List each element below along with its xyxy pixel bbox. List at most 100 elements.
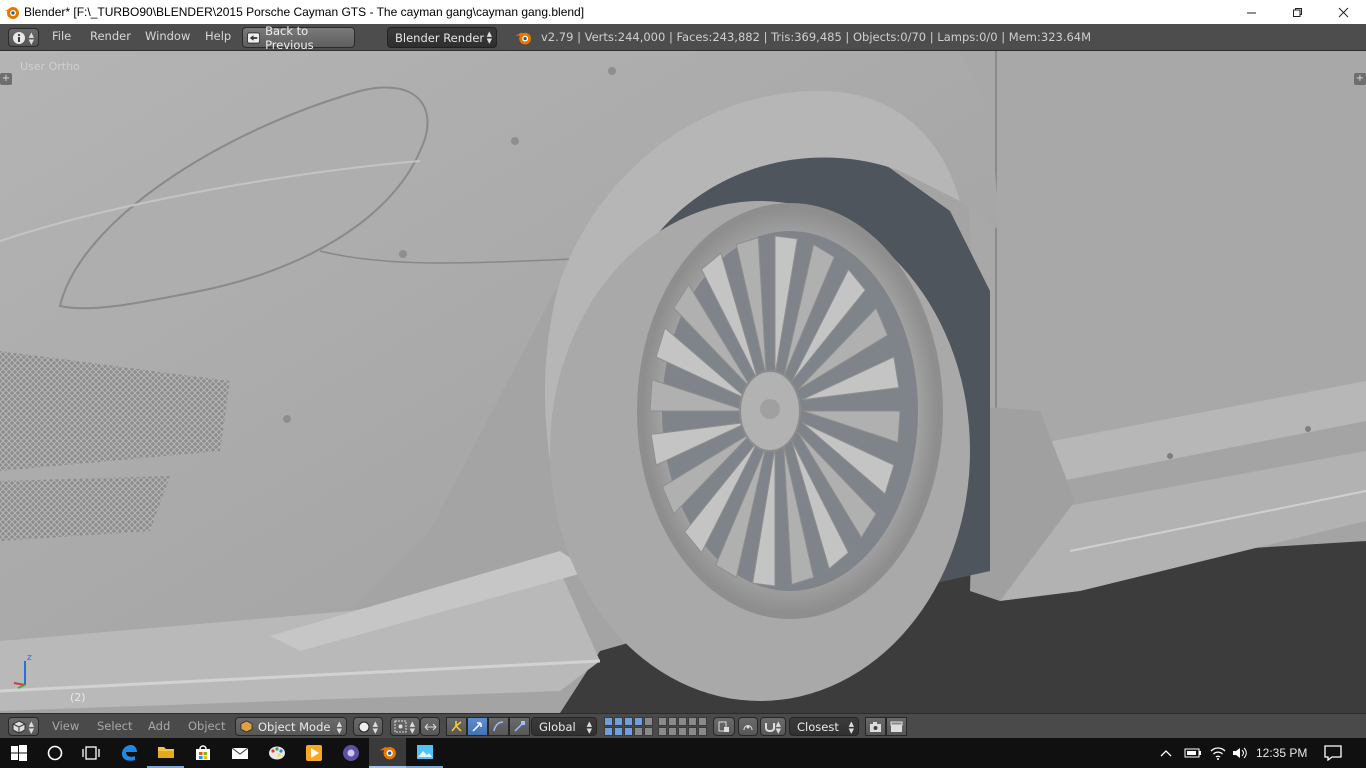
edge-icon: [121, 745, 137, 761]
taskbar-file-explorer[interactable]: [147, 738, 184, 768]
arrows-icon: [424, 723, 436, 730]
back-to-previous-button[interactable]: Back to Previous: [242, 24, 355, 52]
proportional-icon: [743, 724, 753, 730]
fender-bolt: [608, 67, 616, 75]
cortana-button[interactable]: [36, 738, 73, 768]
viewport-shading-select[interactable]: ▲ ▼: [353, 717, 383, 736]
action-center-button[interactable]: [1315, 738, 1351, 768]
blender-icon: [379, 746, 396, 760]
blender-logo-icon: [515, 32, 531, 45]
system-tray: 12:35 PM: [1160, 738, 1307, 768]
action-center-icon: [1324, 745, 1342, 761]
chevron-up-icon[interactable]: [1160, 748, 1172, 758]
lock-layers-toggle[interactable]: [713, 717, 735, 736]
view-name-label: User Ortho: [20, 60, 80, 73]
menu-add[interactable]: Add: [148, 719, 170, 733]
chevron-updown-icon: ▲ ▼: [28, 31, 34, 46]
rotate-manipulator[interactable]: [488, 717, 509, 736]
scene-layers-group-2[interactable]: [658, 717, 707, 736]
editor-type-3dview[interactable]: ▲ ▼: [8, 717, 39, 736]
taskbar-media-player[interactable]: [295, 738, 332, 768]
transform-orientation-select[interactable]: Global ▲ ▼: [531, 717, 597, 736]
properties-toggle[interactable]: +: [1354, 73, 1366, 85]
opengl-render-animation-button[interactable]: [886, 717, 907, 736]
fender-bolt: [399, 250, 407, 258]
translate-arrow-icon: [472, 722, 482, 732]
start-button[interactable]: [0, 738, 37, 768]
volume-icon[interactable]: [1232, 746, 1248, 760]
taskbar-browser[interactable]: [332, 738, 369, 768]
taskbar-store[interactable]: [184, 738, 221, 768]
fender-bolt: [511, 137, 519, 145]
window-title-bar: Blender* [F:\_TURBO90\BLENDER\2015 Porsc…: [0, 0, 1366, 24]
chevron-updown-icon: ▲ ▼: [372, 720, 378, 735]
menu-window[interactable]: Window: [145, 29, 190, 43]
menu-view[interactable]: View: [52, 719, 79, 733]
store-icon: [195, 745, 210, 760]
chevron-updown-icon: ▲ ▼: [486, 30, 492, 45]
chevron-updown-icon: ▲ ▼: [586, 720, 592, 735]
fender-bolt: [283, 415, 291, 423]
manipulator-group: [446, 717, 530, 736]
taskbar-mail[interactable]: [221, 738, 258, 768]
menu-file[interactable]: File: [52, 29, 71, 43]
translate-manipulator[interactable]: [467, 717, 488, 736]
menu-help[interactable]: Help: [205, 29, 231, 43]
layer-lock-icon: [718, 721, 729, 732]
menu-object[interactable]: Object: [188, 719, 225, 733]
camera-icon: [870, 721, 881, 732]
menu-render[interactable]: Render: [90, 29, 131, 43]
render-buttons: [865, 717, 907, 736]
restore-button[interactable]: [1274, 0, 1320, 24]
task-view-button[interactable]: [72, 738, 109, 768]
magnet-icon: [765, 722, 775, 732]
opengl-render-image-button[interactable]: [865, 717, 886, 736]
close-button[interactable]: [1320, 0, 1366, 24]
mode-select[interactable]: Object Mode ▲ ▼: [235, 717, 347, 736]
chevron-updown-icon: ▲ ▼: [336, 720, 342, 735]
taskbar-blender[interactable]: [369, 738, 406, 768]
file-explorer-icon: [157, 747, 174, 758]
chevron-updown-icon: ▲ ▼: [775, 720, 781, 735]
manipulate-center-toggle[interactable]: [420, 717, 440, 736]
render-engine-value: Blender Render: [395, 30, 485, 45]
taskbar-paint[interactable]: [258, 738, 295, 768]
window-controls: [1228, 0, 1366, 24]
taskbar-edge[interactable]: [110, 738, 147, 768]
render-engine-select[interactable]: Blender Render ▲ ▼: [387, 27, 497, 48]
taskbar-photos[interactable]: [406, 738, 443, 768]
chevron-updown-icon: ▲ ▼: [848, 720, 854, 735]
door-panel: [960, 51, 1366, 446]
3d-viewport[interactable]: z User Ortho (2) + +: [0, 51, 1366, 713]
scene-layers-group-1[interactable]: [604, 717, 653, 736]
clock-time[interactable]: 12:35 PM: [1256, 746, 1307, 760]
transform-orientation-value: Global: [539, 719, 576, 734]
pivot-point-select[interactable]: ▲ ▼: [390, 717, 420, 736]
rotate-icon: [493, 721, 504, 732]
editor-type-selector[interactable]: ▲ ▼: [8, 28, 39, 47]
start-icon: [10, 745, 27, 761]
scale-manipulator[interactable]: [509, 717, 530, 736]
snap-target-value: Closest: [797, 719, 839, 734]
minimize-button[interactable]: [1228, 0, 1274, 24]
solid-shading-icon: [358, 721, 370, 732]
screen-back-icon: [247, 31, 261, 44]
center-cap: [760, 399, 780, 419]
photos-icon: [416, 745, 433, 759]
skirt-bolt: [1167, 453, 1173, 459]
battery-icon[interactable]: [1184, 747, 1202, 759]
manipulator-icon: [451, 721, 462, 732]
snap-target-select[interactable]: Closest ▲ ▼: [789, 717, 859, 736]
pivot-icon: [394, 720, 407, 733]
object-mode-icon: [240, 720, 253, 733]
snap-element-select[interactable]: ▲ ▼: [760, 717, 786, 736]
manipulator-toggle[interactable]: [446, 717, 467, 736]
proportional-editing-toggle[interactable]: [738, 717, 758, 736]
wifi-icon[interactable]: [1210, 746, 1226, 760]
info-header: ▲ ▼ File Render Window Help Back to Previ…: [0, 24, 1366, 52]
menu-select[interactable]: Select: [97, 719, 132, 733]
car-model-render: z: [0, 51, 1366, 713]
skirt-bolt: [1305, 426, 1311, 432]
toolshelf-toggle[interactable]: +: [0, 73, 12, 85]
back-to-previous-label: Back to Previous: [265, 23, 314, 52]
